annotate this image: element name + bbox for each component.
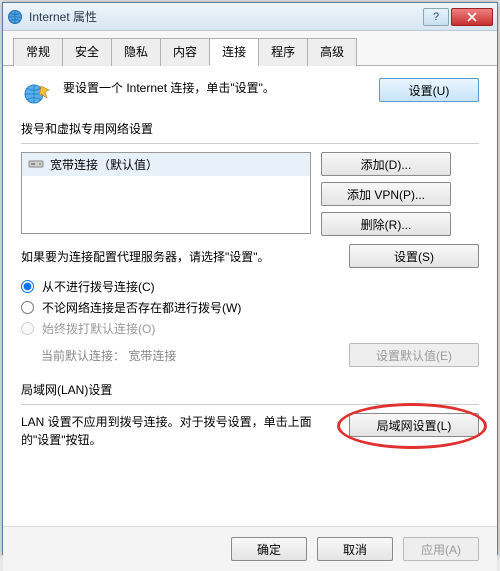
current-default-text: 当前默认连接： 宽带连接: [21, 347, 349, 364]
tab-connections[interactable]: 连接: [209, 38, 259, 66]
dial-list-row: 宽带连接（默认值） 添加(D)... 添加 VPN(P)... 删除(R)...: [21, 152, 479, 236]
proxy-row: 如果要为连接配置代理服务器，请选择"设置"。 设置(S): [21, 244, 479, 268]
add-button[interactable]: 添加(D)...: [321, 152, 451, 176]
lan-group: 局域网(LAN)设置 LAN 设置不应用到拨号连接。对于拨号设置，单击上面的"设…: [21, 381, 479, 449]
settings-button[interactable]: 设置(S): [349, 244, 479, 268]
radio-never[interactable]: 从不进行拨号连接(C): [21, 278, 479, 295]
remove-button[interactable]: 删除(R)...: [321, 212, 451, 236]
tab-privacy[interactable]: 隐私: [111, 38, 161, 66]
globe-connect-icon: [21, 78, 53, 110]
internet-options-icon: [7, 9, 23, 25]
lan-settings-button[interactable]: 局域网设置(L): [349, 413, 479, 437]
setup-text: 要设置一个 Internet 连接，单击"设置"。: [63, 78, 379, 97]
add-vpn-button[interactable]: 添加 VPN(P)...: [321, 182, 451, 206]
radio-always-input: [21, 322, 34, 335]
modem-icon: [28, 157, 44, 172]
radio-whenever[interactable]: 不论网络连接是否存在都进行拨号(W): [21, 299, 479, 316]
ok-button[interactable]: 确定: [231, 537, 307, 561]
list-buttons: 添加(D)... 添加 VPN(P)... 删除(R)...: [321, 152, 451, 236]
tab-strip: 常规 安全 隐私 内容 连接 程序 高级: [3, 31, 497, 66]
lan-group-label: 局域网(LAN)设置: [21, 381, 479, 398]
list-item[interactable]: 宽带连接（默认值）: [22, 153, 310, 176]
radio-never-label: 从不进行拨号连接(C): [42, 278, 155, 295]
set-default-button: 设置默认值(E): [349, 343, 479, 367]
default-value: 宽带连接: [128, 349, 176, 363]
window-controls: ?: [423, 8, 493, 26]
tab-programs[interactable]: 程序: [258, 38, 308, 66]
proxy-text: 如果要为连接配置代理服务器，请选择"设置"。: [21, 248, 349, 265]
dialog-window: Internet 属性 ? 常规 安全 隐私 内容 连接 程序 高级 要设置一个…: [2, 2, 498, 555]
setup-row: 要设置一个 Internet 连接，单击"设置"。 设置(U): [21, 78, 479, 110]
radio-always-default: 始终拨打默认连接(O): [21, 320, 479, 337]
default-label: 当前默认连接：: [41, 349, 125, 363]
lan-text: LAN 设置不应用到拨号连接。对于拨号设置，单击上面的"设置"按钮。: [21, 413, 339, 449]
radio-whenever-input[interactable]: [21, 301, 34, 314]
divider: [21, 143, 479, 144]
radio-always-label: 始终拨打默认连接(O): [42, 320, 155, 337]
dial-group-label: 拨号和虚拟专用网络设置: [21, 120, 479, 137]
tab-panel-connections: 要设置一个 Internet 连接，单击"设置"。 设置(U) 拨号和虚拟专用网…: [3, 66, 497, 526]
connections-listbox[interactable]: 宽带连接（默认值）: [21, 152, 311, 234]
radio-never-input[interactable]: [21, 280, 34, 293]
lan-row: LAN 设置不应用到拨号连接。对于拨号设置，单击上面的"设置"按钮。 局域网设置…: [21, 413, 479, 449]
window-title: Internet 属性: [29, 8, 423, 25]
tab-advanced[interactable]: 高级: [307, 38, 357, 66]
dial-radios: 从不进行拨号连接(C) 不论网络连接是否存在都进行拨号(W) 始终拨打默认连接(…: [21, 278, 479, 337]
connection-name: 宽带连接（默认值）: [50, 156, 158, 173]
cancel-button[interactable]: 取消: [317, 537, 393, 561]
radio-whenever-label: 不论网络连接是否存在都进行拨号(W): [42, 299, 241, 316]
tab-content[interactable]: 内容: [160, 38, 210, 66]
help-button[interactable]: ?: [423, 8, 449, 26]
tab-general[interactable]: 常规: [13, 38, 63, 66]
dialog-footer: 确定 取消 应用(A): [3, 526, 497, 571]
titlebar: Internet 属性 ?: [3, 3, 497, 31]
divider: [21, 404, 479, 405]
tab-security[interactable]: 安全: [62, 38, 112, 66]
default-row: 当前默认连接： 宽带连接 设置默认值(E): [21, 343, 479, 367]
setup-button[interactable]: 设置(U): [379, 78, 479, 102]
apply-button: 应用(A): [403, 537, 479, 561]
close-button[interactable]: [451, 8, 493, 26]
